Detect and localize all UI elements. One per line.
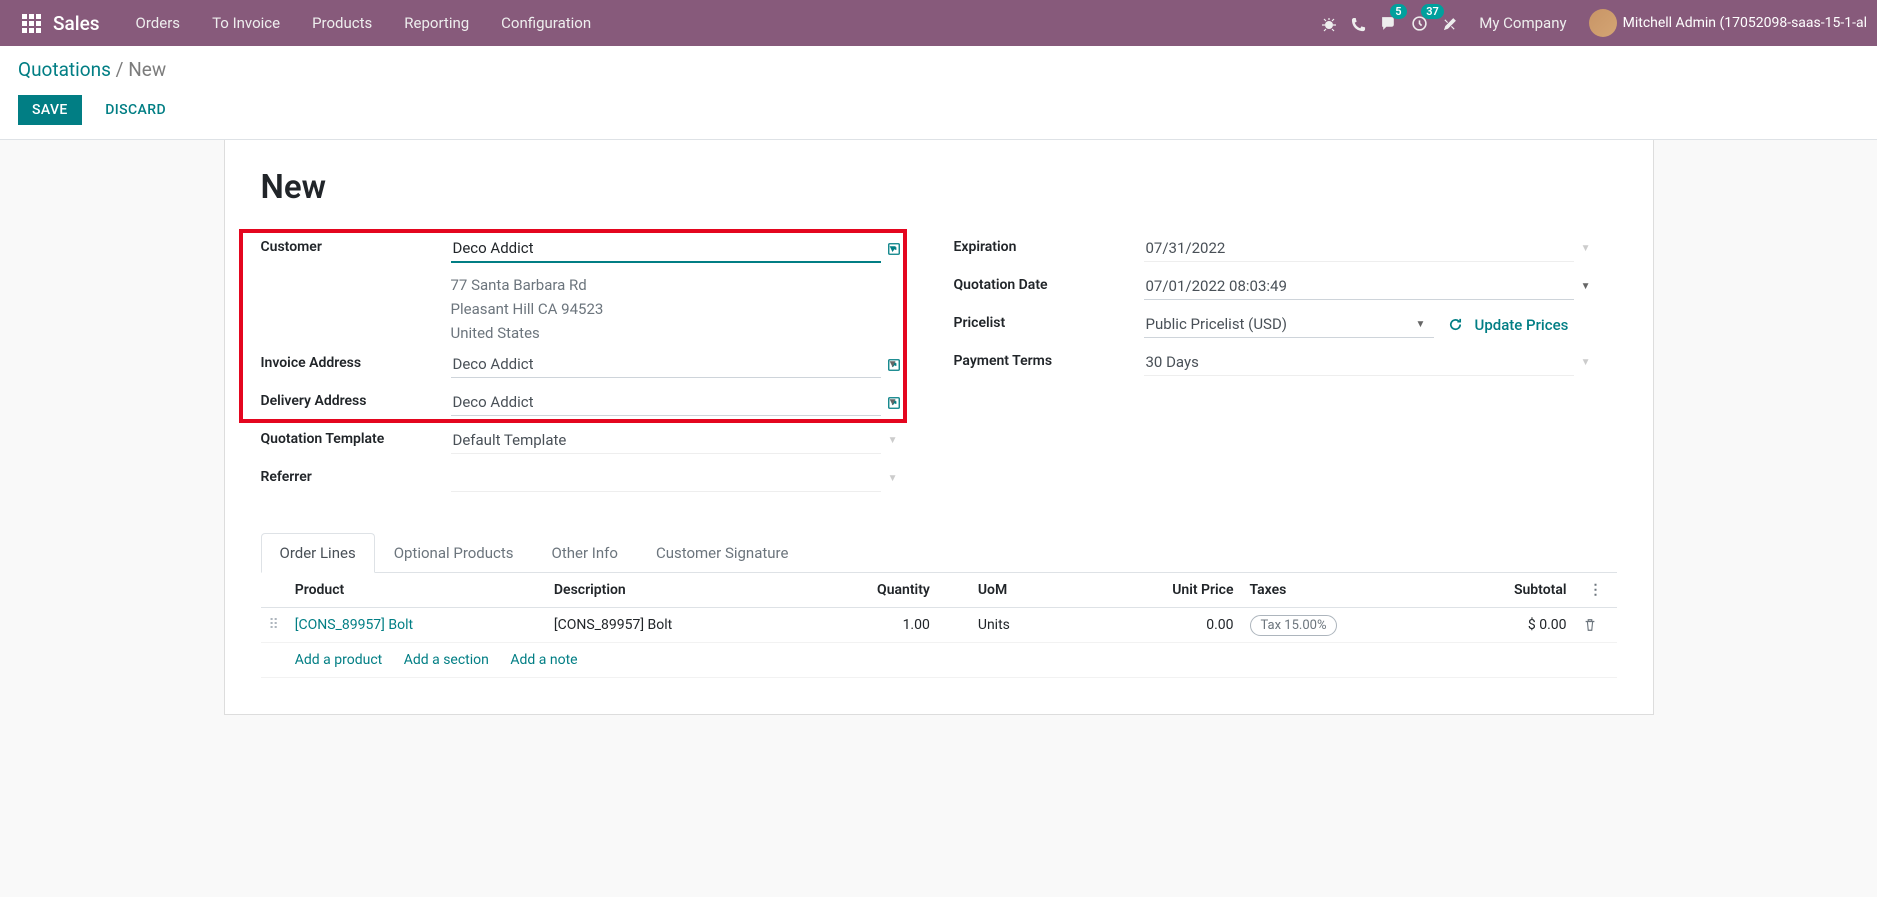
- pricelist-input[interactable]: [1144, 311, 1434, 338]
- activities-icon[interactable]: 37: [1411, 14, 1428, 33]
- tab-other-info[interactable]: Other Info: [533, 533, 637, 573]
- external-link-icon[interactable]: [887, 395, 901, 411]
- bug-icon[interactable]: [1321, 14, 1337, 32]
- cell-description[interactable]: [CONS_89957] Bolt: [546, 608, 805, 643]
- caret-down-icon: ▼: [1581, 357, 1591, 368]
- add-product-link[interactable]: Add a product: [295, 652, 382, 668]
- quotation-template-input[interactable]: [451, 427, 881, 454]
- referrer-label: Referrer: [261, 465, 451, 485]
- caret-down-icon: ▼: [1581, 243, 1591, 254]
- main-navbar: Sales Orders To Invoice Products Reporti…: [0, 0, 1877, 46]
- cell-unit-price[interactable]: 0.00: [1092, 608, 1241, 643]
- menu-reporting[interactable]: Reporting: [388, 14, 485, 32]
- trash-icon[interactable]: [1583, 617, 1597, 633]
- add-section-link[interactable]: Add a section: [404, 652, 489, 668]
- messages-icon[interactable]: 5: [1380, 14, 1397, 33]
- app-name[interactable]: Sales: [53, 12, 100, 35]
- right-column: Expiration ▼ Quotation Date ▼ Pricelist: [954, 235, 1617, 503]
- menu-orders[interactable]: Orders: [120, 14, 197, 32]
- invoice-address-input[interactable]: [451, 351, 881, 378]
- add-note-link[interactable]: Add a note: [510, 652, 577, 668]
- quotation-template-label: Quotation Template: [261, 427, 451, 447]
- cell-quantity[interactable]: 1.00: [805, 608, 938, 643]
- activities-badge: 37: [1421, 4, 1444, 19]
- tab-customer-signature[interactable]: Customer Signature: [637, 533, 808, 573]
- caret-down-icon: ▼: [888, 473, 898, 484]
- menu-products[interactable]: Products: [296, 14, 388, 32]
- discard-button[interactable]: DISCARD: [91, 95, 180, 125]
- customer-input[interactable]: [451, 235, 881, 263]
- avatar: [1589, 9, 1617, 37]
- cell-subtotal: $ 0.00: [1442, 608, 1574, 643]
- form-sheet: New Customer ▼ 77: [224, 140, 1654, 715]
- col-description: Description: [546, 573, 805, 608]
- address-line: United States: [451, 321, 604, 345]
- cell-uom[interactable]: Units: [938, 608, 1092, 643]
- page-title: New: [261, 168, 1617, 207]
- quotation-date-input[interactable]: [1144, 273, 1574, 300]
- address-line: 77 Santa Barbara Rd: [451, 273, 604, 297]
- control-panel: Quotations / New SAVE DISCARD: [0, 46, 1877, 140]
- payment-terms-input[interactable]: [1144, 349, 1574, 376]
- caret-down-icon: ▼: [1581, 281, 1591, 292]
- breadcrumb-current: New: [128, 58, 166, 81]
- refresh-icon[interactable]: [1448, 317, 1463, 333]
- customer-address: 77 Santa Barbara Rd Pleasant Hill CA 945…: [451, 273, 604, 351]
- notebook-tabs: Order Lines Optional Products Other Info…: [261, 533, 1617, 573]
- expiration-input[interactable]: [1144, 235, 1574, 262]
- breadcrumb-parent[interactable]: Quotations: [18, 58, 111, 81]
- kebab-icon[interactable]: ⋮: [1583, 582, 1609, 598]
- quotation-date-label: Quotation Date: [954, 273, 1144, 293]
- external-link-icon[interactable]: [887, 241, 901, 257]
- messages-badge: 5: [1390, 4, 1406, 19]
- company-switcher[interactable]: My Company: [1471, 14, 1574, 32]
- col-taxes: Taxes: [1242, 573, 1443, 608]
- caret-down-icon: ▼: [888, 435, 898, 446]
- pricelist-label: Pricelist: [954, 311, 1144, 331]
- tax-tag[interactable]: Tax 15.00%: [1250, 615, 1338, 636]
- col-quantity: Quantity: [805, 573, 938, 608]
- expiration-label: Expiration: [954, 235, 1144, 255]
- tab-order-lines[interactable]: Order Lines: [261, 533, 375, 573]
- phone-icon[interactable]: [1351, 14, 1366, 32]
- col-unit-price: Unit Price: [1092, 573, 1241, 608]
- user-menu[interactable]: Mitchell Admin (17052098-saas-15-1-al: [1589, 9, 1867, 37]
- drag-handle-icon[interactable]: ⠿: [261, 608, 287, 643]
- invoice-address-label: Invoice Address: [261, 351, 451, 371]
- table-row[interactable]: ⠿ [CONS_89957] Bolt [CONS_89957] Bolt 1.…: [261, 608, 1617, 643]
- breadcrumb: Quotations / New: [18, 58, 1859, 81]
- customer-label: Customer: [261, 235, 451, 255]
- delivery-address-label: Delivery Address: [261, 389, 451, 409]
- username: Mitchell Admin (17052098-saas-15-1-al: [1623, 15, 1867, 31]
- delivery-address-input[interactable]: [451, 389, 881, 416]
- save-button[interactable]: SAVE: [18, 95, 82, 125]
- menu-configuration[interactable]: Configuration: [485, 14, 607, 32]
- apps-icon[interactable]: [22, 14, 41, 33]
- payment-terms-label: Payment Terms: [954, 349, 1144, 369]
- order-lines-table: Product Description Quantity UoM Unit Pr…: [261, 573, 1617, 678]
- left-column: Customer ▼ 77 Santa Barbara Rd Pleasant …: [261, 235, 924, 503]
- col-product: Product: [287, 573, 546, 608]
- cell-product[interactable]: [CONS_89957] Bolt: [295, 617, 413, 633]
- tools-icon[interactable]: [1442, 14, 1457, 32]
- breadcrumb-sep: /: [116, 58, 129, 81]
- tab-optional-products[interactable]: Optional Products: [375, 533, 533, 573]
- address-line: Pleasant Hill CA 94523: [451, 297, 604, 321]
- external-link-icon[interactable]: [887, 357, 901, 373]
- col-uom: UoM: [938, 573, 1092, 608]
- add-line-row: Add a product Add a section Add a note: [261, 643, 1617, 678]
- update-prices-link[interactable]: Update Prices: [1475, 316, 1569, 334]
- menu-to-invoice[interactable]: To Invoice: [196, 14, 296, 32]
- col-subtotal: Subtotal: [1442, 573, 1574, 608]
- referrer-input[interactable]: [451, 465, 881, 492]
